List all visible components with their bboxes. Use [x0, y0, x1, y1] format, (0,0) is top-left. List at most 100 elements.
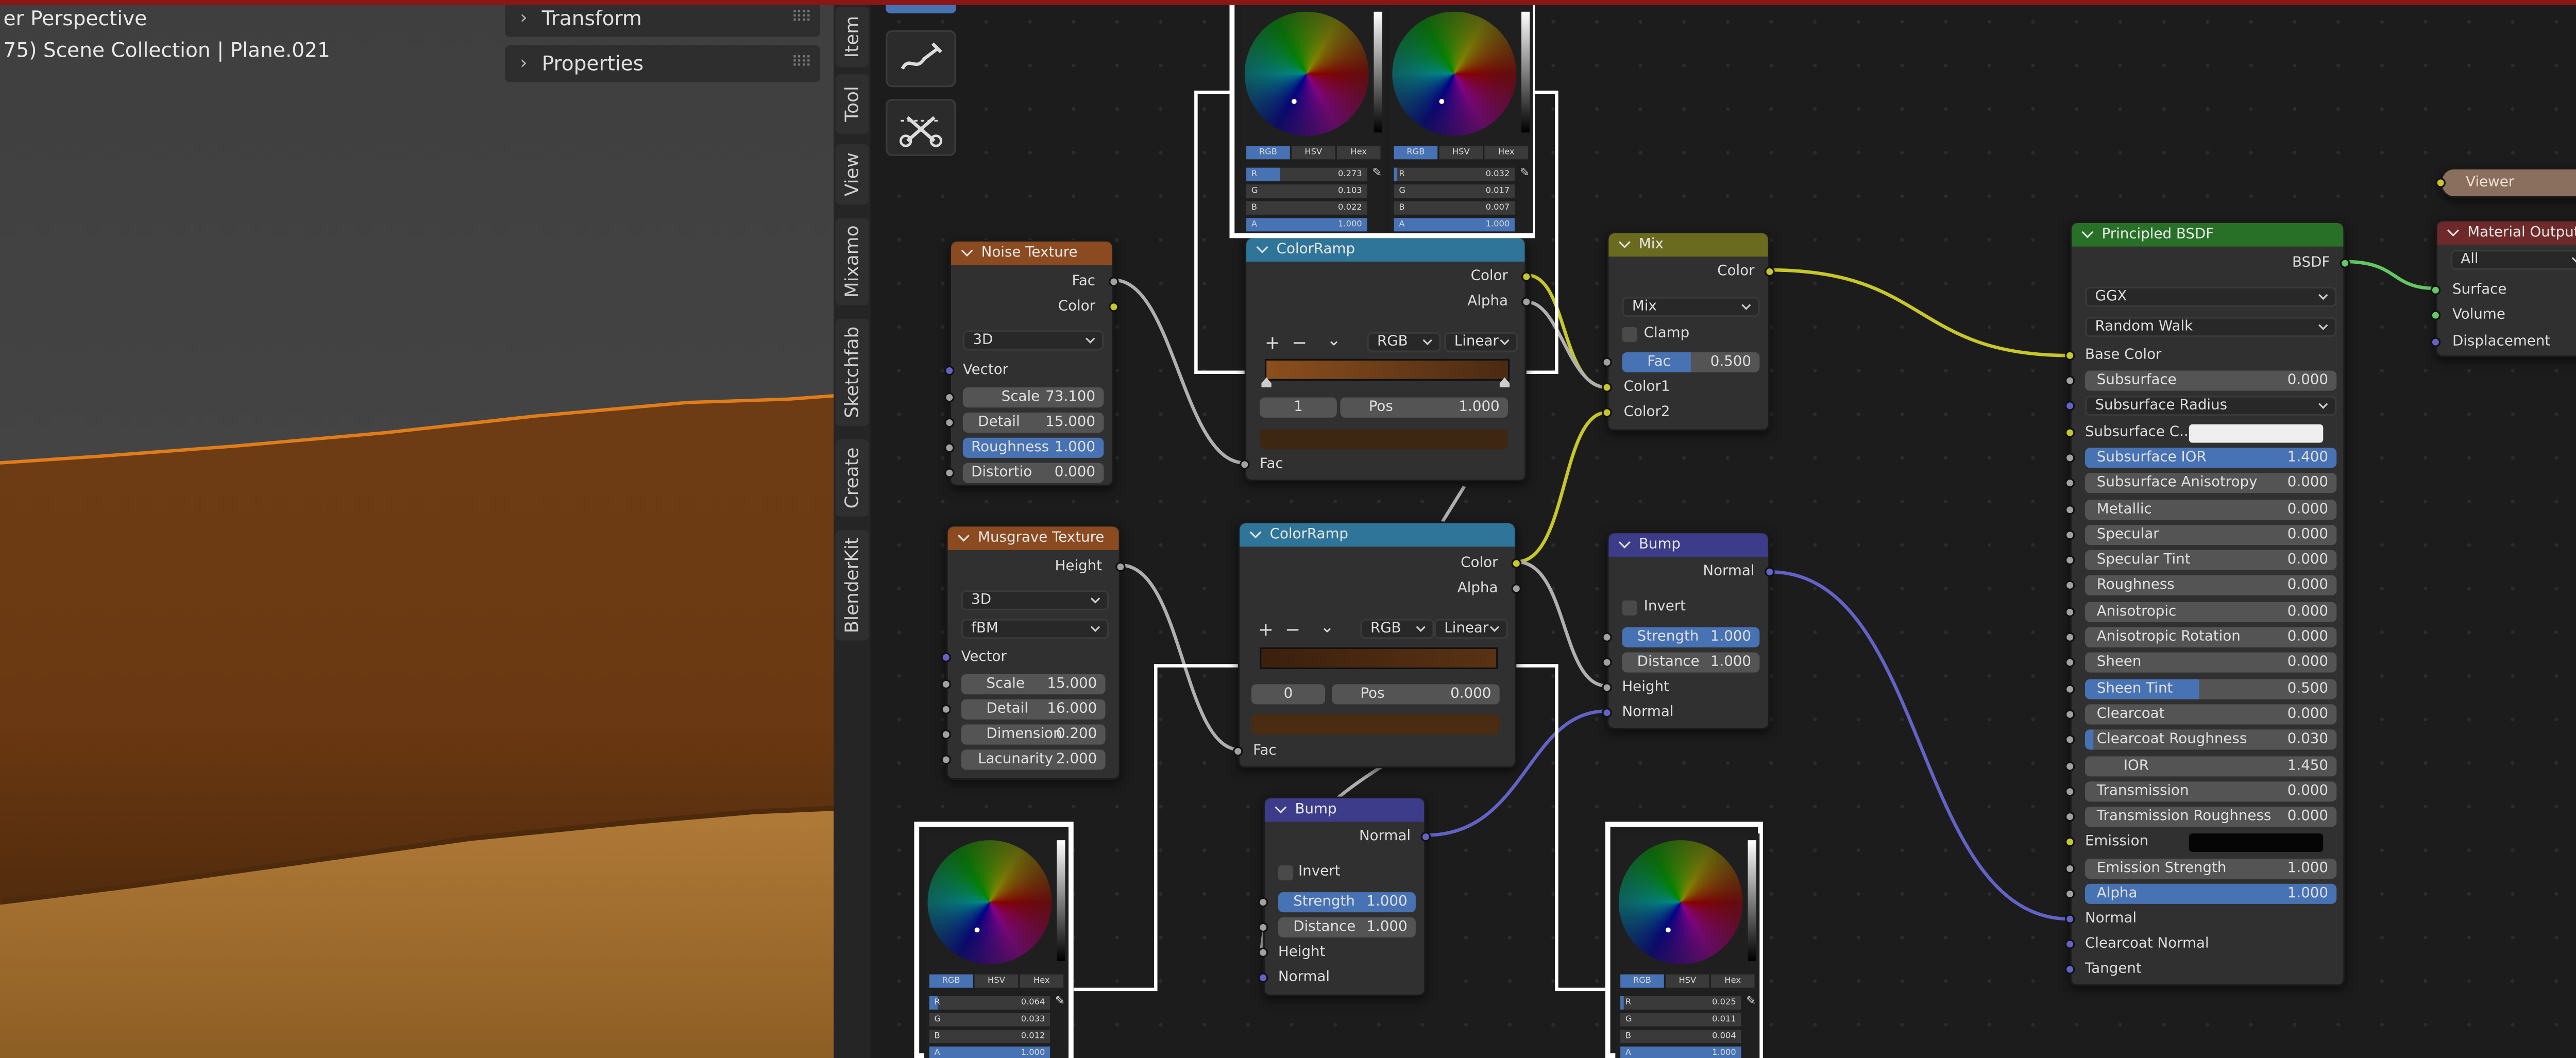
ramp2-stop-color-swatch[interactable]: [1251, 714, 1500, 735]
picker-channel-r[interactable]: R 0.064: [929, 996, 1050, 1010]
output-displacement-socket[interactable]: [2430, 337, 2441, 347]
bsdf-specular-tint-socket[interactable]: [2064, 555, 2075, 566]
bsdf-transmission-field[interactable]: Transmission 0.000: [2084, 781, 2337, 801]
musgrave-detail-field[interactable]: Detail 16.000: [961, 699, 1106, 720]
bsdf-specular-field[interactable]: Specular 0.000: [2084, 524, 2337, 545]
color-wheel-cursor[interactable]: [974, 927, 980, 933]
bsdf-clearcoat-roughness-field[interactable]: Clearcoat Roughness 0.030: [2084, 729, 2337, 750]
bump1-distance-socket[interactable]: [1602, 657, 1612, 668]
hsv-color-wheel[interactable]: [1618, 840, 1743, 965]
noise-vector-socket[interactable]: [944, 365, 955, 376]
bsdf-emission-strength-socket[interactable]: [2064, 863, 2075, 874]
bsdf-ior-field[interactable]: IOR 1.450: [2084, 755, 2337, 776]
picker-mode-rgb[interactable]: RGB: [1246, 146, 1290, 160]
bsdf-clearcoat-normal-socket[interactable]: [2064, 939, 2075, 949]
bump2-strength-field[interactable]: Strength 1.000: [1278, 892, 1416, 913]
ramp2-interpolation-dropdown[interactable]: Linear: [1434, 619, 1508, 639]
mix-node[interactable]: Mix Color Mix Clamp Fac 0.500 Color1 Colo…: [1602, 231, 1775, 431]
colorramp-node-2[interactable]: ColorRamp Color Alpha + − ⌄ RGB Linear 0…: [1233, 521, 1522, 769]
bsdf-alpha-socket[interactable]: [2064, 889, 2075, 899]
bsdf-clearcoat-socket[interactable]: [2064, 709, 2075, 720]
eyedropper-icon[interactable]: ✎: [1520, 166, 1533, 179]
noise-roughness-socket[interactable]: [944, 442, 955, 453]
ramp2-stop-index[interactable]: 0: [1251, 684, 1326, 705]
musgrave-type-dropdown[interactable]: fBM: [961, 619, 1109, 639]
principled-bsdf-node[interactable]: Principled BSDF BSDF GGX Random Walk Bas…: [2064, 221, 2350, 986]
bsdf-transmission-roughness-field[interactable]: Transmission Roughness 0.000: [2084, 807, 2337, 827]
bsdf-transmission-socket[interactable]: [2064, 786, 2075, 796]
noise-distortion-field[interactable]: Distortio 0.000: [962, 463, 1104, 483]
color-picker-top[interactable]: RGB HSV Hex ✎ R 0.273 G 0.103 B 0.022 A 1.000 RGB HS…: [1229, 0, 1535, 238]
picker-channel-b[interactable]: B 0.007: [1394, 201, 1515, 215]
bsdf-transmission-roughness-socket[interactable]: [2064, 812, 2075, 822]
color-picker-bottom-left[interactable]: RGB HSV Hex ✎ R 0.064 G 0.033 B 0.012 A 1.000: [924, 833, 1069, 1058]
bsdf-specular-tint-field[interactable]: Specular Tint 0.000: [2084, 550, 2337, 571]
tab-mixamo[interactable]: Mixamo: [835, 218, 869, 305]
picker-mode-hex[interactable]: Hex: [1020, 974, 1064, 988]
viewer-node[interactable]: Viewer: [2435, 167, 2576, 198]
principled-bsdf-header[interactable]: Principled BSDF: [2071, 223, 2344, 247]
bsdf-subsurface-radius-field[interactable]: Subsurface Radius: [2084, 396, 2337, 417]
musgrave-dimension-dropdown[interactable]: 3D: [961, 590, 1109, 611]
ramp2-add-stop-button[interactable]: +: [1258, 619, 1274, 640]
bsdf-ior-socket[interactable]: [2064, 760, 2075, 771]
picker-channel-b[interactable]: B 0.004: [1620, 1030, 1741, 1044]
ramp1-remove-stop-button[interactable]: −: [1292, 332, 1307, 354]
subsurface-color-swatch[interactable]: [2189, 423, 2324, 442]
bump1-strength-field[interactable]: Strength 1.000: [1622, 627, 1760, 647]
colorramp-node-1[interactable]: ColorRamp Color Alpha + − ⌄ RGB Linear 1…: [1240, 236, 1532, 482]
material-output-node[interactable]: Material Output All Surface Volume Displ…: [2430, 219, 2576, 357]
noise-color-socket[interactable]: [1109, 302, 1119, 312]
ramp1-stop-color-swatch[interactable]: [1260, 429, 1508, 450]
ramp2-remove-stop-button[interactable]: −: [1285, 619, 1300, 640]
bsdf-anisotropic-field[interactable]: Anisotropic 0.000: [2084, 601, 2337, 622]
noise-scale-field[interactable]: Scale 73.100: [962, 387, 1104, 408]
color-picker-bottom-right[interactable]: RGB HSV Hex ✎ R 0.025 G 0.011 B 0.004 A 1.000: [1615, 833, 1760, 1058]
viewer-in-socket[interactable]: [2435, 178, 2446, 188]
picker-mode-hex[interactable]: Hex: [1484, 146, 1529, 160]
value-slider[interactable]: [1057, 840, 1065, 961]
noise-detail-socket[interactable]: [944, 417, 955, 428]
picker-mode-hsv[interactable]: HSV: [1439, 146, 1483, 160]
ramp2-gradient-bar[interactable]: [1260, 647, 1498, 670]
picker-channel-a[interactable]: A 1.000: [1620, 1046, 1741, 1058]
ramp2-color-mode-dropdown[interactable]: RGB: [1360, 619, 1434, 639]
color-picker-top-right[interactable]: RGB HSV Hex ✎ R 0.032 G 0.017 B 0.007 A 1.000: [1388, 5, 1533, 233]
mix-color1-socket[interactable]: [1602, 382, 1612, 393]
hsv-color-wheel[interactable]: [927, 840, 1052, 965]
tab-tool[interactable]: Tool: [835, 74, 869, 134]
bsdf-subsurface-c--field[interactable]: Subsurface C...: [2085, 422, 2193, 443]
bsdf-metallic-socket[interactable]: [2064, 504, 2075, 514]
tab-item[interactable]: Item: [835, 7, 869, 67]
output-surface-socket[interactable]: [2430, 285, 2441, 296]
bsdf-sheen-tint-socket[interactable]: [2064, 684, 2075, 694]
picker-mode-hex[interactable]: Hex: [1710, 974, 1755, 988]
picker-channel-g[interactable]: G 0.103: [1246, 184, 1367, 198]
tab-blenderkit[interactable]: BlenderKit: [835, 530, 869, 641]
bsdf-anisotropic-socket[interactable]: [2064, 606, 2075, 617]
bsdf-metallic-field[interactable]: Metallic 0.000: [2084, 499, 2337, 519]
picker-channel-g[interactable]: G 0.011: [1620, 1013, 1741, 1027]
ramp1-pos-field[interactable]: Pos 1.000: [1340, 397, 1508, 418]
color-picker-top-left[interactable]: RGB HSV Hex ✎ R 0.273 G 0.103 B 0.022 A 1.000: [1241, 5, 1386, 233]
ramp1-interpolation-dropdown[interactable]: Linear: [1444, 332, 1518, 352]
musgrave-dimension-field[interactable]: Dimension 0.200: [961, 724, 1106, 745]
bump2-distance-field[interactable]: Distance 1.000: [1278, 917, 1416, 937]
picker-mode-rgb[interactable]: RGB: [1394, 146, 1438, 160]
bsdf-sheen-tint-field[interactable]: Sheen Tint 0.500: [2084, 678, 2337, 699]
bump1-distance-field[interactable]: Distance 1.000: [1622, 652, 1760, 673]
picker-mode-hex[interactable]: Hex: [1336, 146, 1381, 160]
musgrave-lacunarity-socket[interactable]: [941, 755, 952, 765]
noise-scale-socket[interactable]: [944, 392, 955, 403]
musgrave-dimension-socket[interactable]: [941, 729, 952, 740]
picker-channel-r[interactable]: R 0.032: [1394, 167, 1515, 181]
tab-create[interactable]: Create: [835, 439, 869, 517]
noise-dimension-dropdown[interactable]: 3D: [962, 330, 1104, 351]
picker-mode-hsv[interactable]: HSV: [974, 974, 1019, 988]
bsdf-clearcoat-field[interactable]: Clearcoat 0.000: [2084, 704, 2337, 725]
color-picker-bottom-right-frame[interactable]: RGB HSV Hex ✎ R 0.025 G 0.011 B 0.004 A 1.000: [1605, 822, 1763, 1058]
noise-texture-header[interactable]: Noise Texture: [951, 241, 1112, 265]
bsdf-subsurface-anisotropy-socket[interactable]: [2064, 478, 2075, 489]
emission-color-swatch[interactable]: [2189, 834, 2324, 853]
bump2-distance-socket[interactable]: [1258, 922, 1268, 933]
